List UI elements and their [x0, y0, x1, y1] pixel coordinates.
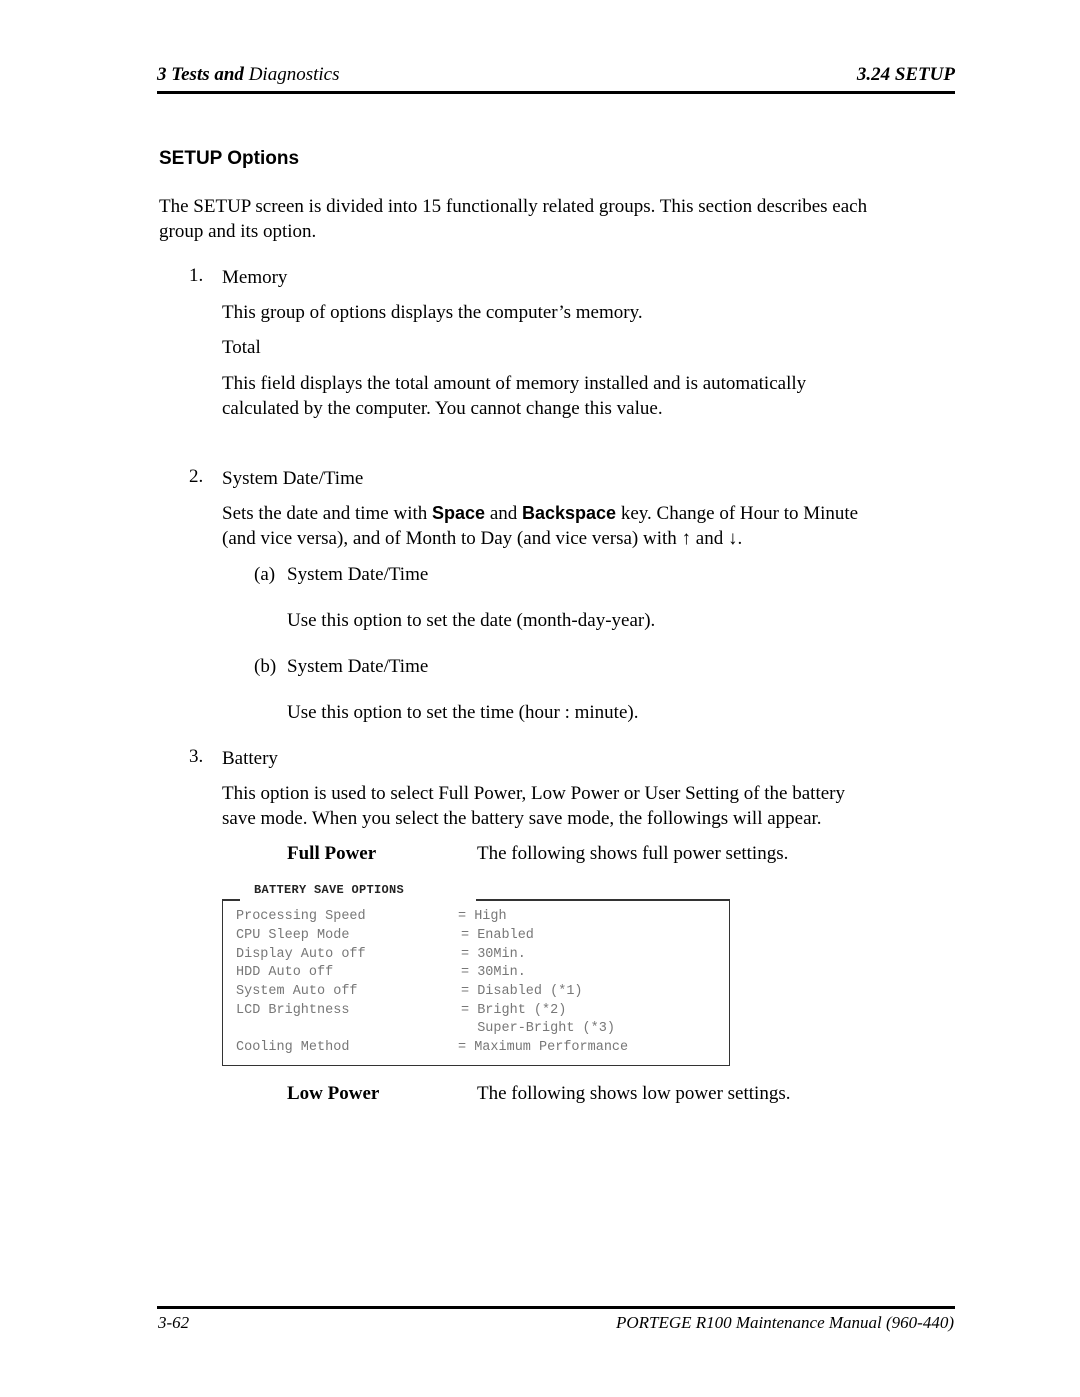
sub-desc-b: Use this option to set the time (hour : … [287, 702, 639, 723]
item-number: 1. [189, 265, 204, 286]
backspace-key-label: Backspace [522, 503, 617, 523]
item-title-memory: Memory [222, 267, 288, 288]
footer-rule [157, 1306, 955, 1309]
full-power-label: Full Power [287, 843, 377, 864]
item-desc-line-2: (and vice versa), and of Month to Day (a… [222, 528, 743, 549]
sub-label-a: (a) [254, 564, 276, 585]
chapter-title: 3 Tests and Diagnostics [157, 64, 340, 85]
sub-title-total: Total [222, 337, 261, 358]
item-title-date-time: System Date/Time [222, 468, 364, 489]
header-rule [157, 91, 955, 94]
low-power-desc: The following shows low power settings. [477, 1083, 791, 1104]
sub-title-a: System Date/Time [287, 564, 429, 585]
full-power-desc: The following shows full power settings. [477, 843, 789, 864]
sub-desc-line-2: calculated by the computer. You cannot c… [222, 398, 663, 419]
item-desc-line-1: Sets the date and time with Space and Ba… [222, 503, 859, 524]
battery-box-title: BATTERY SAVE OPTIONS [254, 883, 405, 897]
page-number: 3-62 [158, 1313, 190, 1332]
intro-line-2: group and its option. [159, 221, 317, 242]
item-desc-line-2: save mode. When you select the battery s… [222, 808, 822, 829]
manual-title: PORTEGE R100 Maintenance Manual (960-440… [615, 1313, 954, 1332]
space-key-label: Space [432, 503, 486, 523]
intro-line-1: The SETUP screen is divided into 15 func… [159, 196, 868, 217]
sub-label-b: (b) [254, 656, 277, 677]
section-number: 3.24 SETUP [856, 64, 955, 85]
sub-title-b: System Date/Time [287, 656, 429, 677]
item-desc-line-1: This option is used to select Full Power… [222, 783, 845, 804]
section-title: SETUP Options [159, 148, 300, 169]
item-title-battery: Battery [222, 748, 278, 769]
item-number: 2. [189, 466, 204, 487]
sub-desc-line-1: This field displays the total amount of … [222, 373, 807, 394]
sub-desc-a: Use this option to set the date (month-d… [287, 610, 656, 631]
low-power-label: Low Power [287, 1083, 380, 1104]
item-desc: This group of options displays the compu… [222, 302, 643, 323]
page-header: 3 Tests and Diagnostics 3.24 SETUP [157, 64, 955, 90]
item-number: 3. [189, 746, 204, 767]
